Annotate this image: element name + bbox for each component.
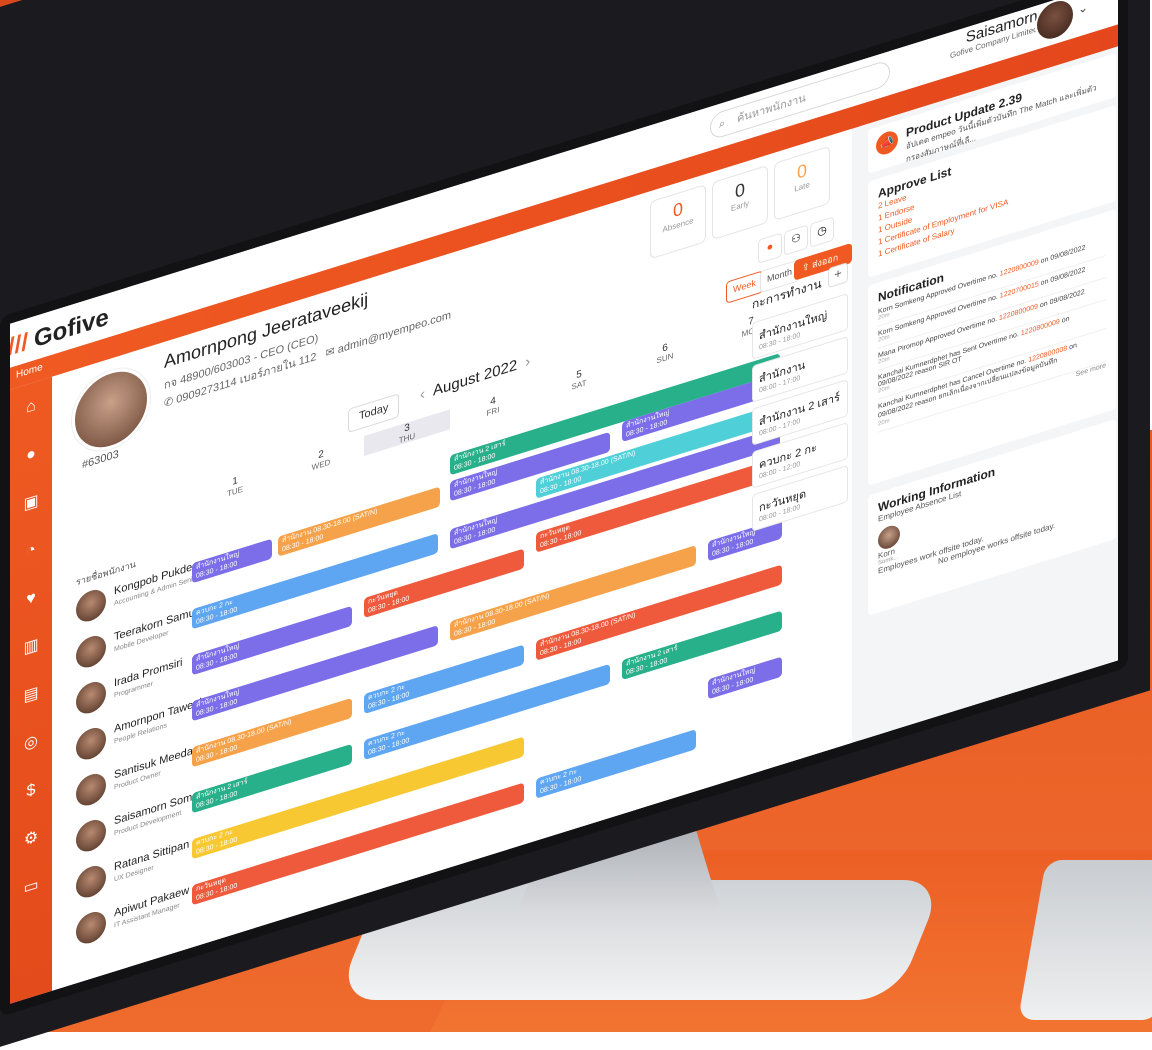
clock-icon[interactable]: ◷ [810,216,834,248]
employee-photo [72,358,150,461]
employee-email[interactable]: admin@myempeo.com [338,309,451,356]
shift-block[interactable]: สำนักงานใหญ่ 08:30 - 18:00 [192,625,438,722]
shift-time: 08:30 - 18:00 [196,882,238,903]
sidebar: ⌂ ● ▣ ◔ ♥ ▥ ▤ ◎ $ ⚙ ▭ [10,376,52,1017]
shift-block[interactable]: ควบกะ 2 กะ 08:30 - 18:00 [192,533,438,630]
employee-avatar [76,632,106,672]
shift-block[interactable]: ควบกะ 2 กะ 08:30 - 18:00 [364,663,610,761]
employee-id: #63003 [82,448,119,472]
next-month-icon[interactable]: › [525,353,530,372]
shift-block[interactable]: สำนักงาน 08.30-18.00 (SAT/N) 08:30 - 18:0… [536,564,782,661]
phone-icon: ✆ [164,394,177,411]
stat-early: 0 Early [712,164,768,241]
shift-name: ควบกะ 2 กะ [368,729,405,748]
shift-type-list: กะการทำงาน สำนักงานใหญ่ 08:30 - 18:00 สำน… [752,266,848,538]
logo-mark-icon: /// [8,328,29,362]
stat-late: 0 Late [774,145,830,221]
stat-absence: 0 Absence [650,184,706,260]
employee-avatar [76,908,106,948]
single-user-icon[interactable]: ● [758,232,782,264]
chevron-down-icon[interactable]: ⌄ [1078,0,1088,17]
day-header: 6 SUN [622,329,708,376]
mail-icon: ✉ [319,344,338,362]
right-panel: 📣 Product Update 2.39 อัปเดต empeo วันนี… [860,44,1124,767]
breadcrumb-home[interactable]: Home [16,362,43,381]
employee-avatar [76,586,106,626]
megaphone-icon: 📣 [876,128,898,158]
employee-avatar [76,862,106,902]
shift-block[interactable]: สำนักงานใหญ่ 08:30 - 18:00 [192,538,272,584]
employee-avatar [76,770,106,810]
day-header: 1 TUE [192,463,278,510]
shift-time: 08:30 - 18:00 [540,775,582,796]
day-header: 2 WED [278,436,364,483]
shift-block[interactable]: ควบกะ 2 กะ 08:30 - 18:00 [536,729,696,799]
search-icon: ⌕ [719,117,726,132]
export-icon: ⇪ [802,260,813,274]
shift-name: สำนักงาน 08.30-18.00 (SAT/N) [282,507,378,545]
employee-avatar [76,816,106,856]
group-icon[interactable]: ⚇ [784,224,808,256]
employee-avatar [76,724,106,764]
prev-month-icon[interactable]: ‹ [420,385,425,404]
shift-name: ควบกะ 2 กะ [540,768,577,787]
search-placeholder: ค้นหาพนักงาน [737,92,806,126]
employee-avatar [76,678,106,718]
shift-block[interactable]: สำนักงานใหญ่ 08:30 - 18:00 [708,656,782,700]
day-header: 5 SAT [536,356,622,403]
